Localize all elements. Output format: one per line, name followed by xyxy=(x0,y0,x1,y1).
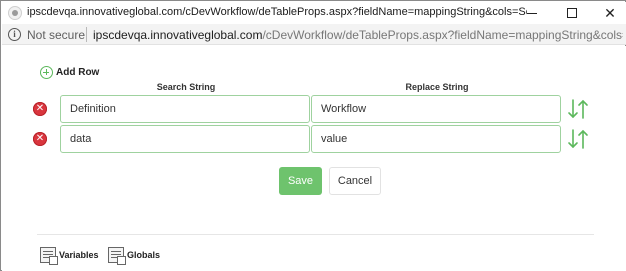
url-host: ipscdevqa.innovativeglobal.com xyxy=(93,28,263,42)
globals-label: Globals xyxy=(127,250,161,260)
security-status[interactable]: Not secure xyxy=(27,28,85,42)
close-button[interactable]: ✕ xyxy=(590,3,626,23)
table-row: ✕ Definition Workflow xyxy=(2,94,626,124)
info-icon[interactable]: i xyxy=(8,28,21,41)
app-icon xyxy=(8,6,22,20)
add-row-button[interactable]: Add Row xyxy=(40,66,99,79)
variables-button[interactable]: Variables xyxy=(40,247,99,265)
minimize-icon xyxy=(527,12,537,14)
replace-string-field[interactable]: value xyxy=(311,125,561,153)
move-row-icon[interactable] xyxy=(567,97,589,121)
delete-icon: ✕ xyxy=(35,103,45,114)
search-string-field[interactable]: data xyxy=(60,125,310,153)
maximize-button[interactable] xyxy=(552,3,592,23)
variables-icon xyxy=(40,247,58,265)
globals-icon xyxy=(108,247,126,265)
search-string-field[interactable]: Definition xyxy=(60,95,310,123)
table-row: ✕ data value xyxy=(2,124,626,154)
url-text[interactable]: ipscdevqa.innovativeglobal.com/cDevWorkf… xyxy=(93,28,623,42)
cancel-button[interactable]: Cancel xyxy=(329,167,381,195)
delete-row-button[interactable]: ✕ xyxy=(33,132,47,146)
maximize-icon xyxy=(567,8,577,18)
move-row-icon[interactable] xyxy=(567,127,589,151)
plus-circle-icon xyxy=(40,66,53,79)
minimize-button[interactable] xyxy=(512,3,552,23)
add-row-label: Add Row xyxy=(56,67,100,78)
table-editor: Add Row Search String Replace String ✕ D… xyxy=(2,46,626,271)
variables-label: Variables xyxy=(59,250,99,260)
close-icon: ✕ xyxy=(604,5,616,21)
column-header-search: Search String xyxy=(156,82,216,92)
column-header-replace: Replace String xyxy=(405,82,469,92)
window-title: ipscdevqa.innovativeglobal.com/cDevWorkf… xyxy=(27,6,527,18)
title-bar: ipscdevqa.innovativeglobal.com/cDevWorkf… xyxy=(2,2,626,24)
url-path: /cDevWorkflow/deTableProps.aspx?fieldNam… xyxy=(262,28,623,42)
address-bar[interactable]: i Not secure ipscdevqa.innovativeglobal.… xyxy=(2,24,626,45)
footer-divider xyxy=(37,234,594,235)
globals-button[interactable]: Globals xyxy=(108,247,161,265)
save-button[interactable]: Save xyxy=(279,167,322,195)
delete-icon: ✕ xyxy=(35,133,45,144)
delete-row-button[interactable]: ✕ xyxy=(33,102,47,116)
address-separator xyxy=(86,27,87,42)
replace-string-field[interactable]: Workflow xyxy=(311,95,561,123)
browser-window: ipscdevqa.innovativeglobal.com/cDevWorkf… xyxy=(0,0,626,271)
